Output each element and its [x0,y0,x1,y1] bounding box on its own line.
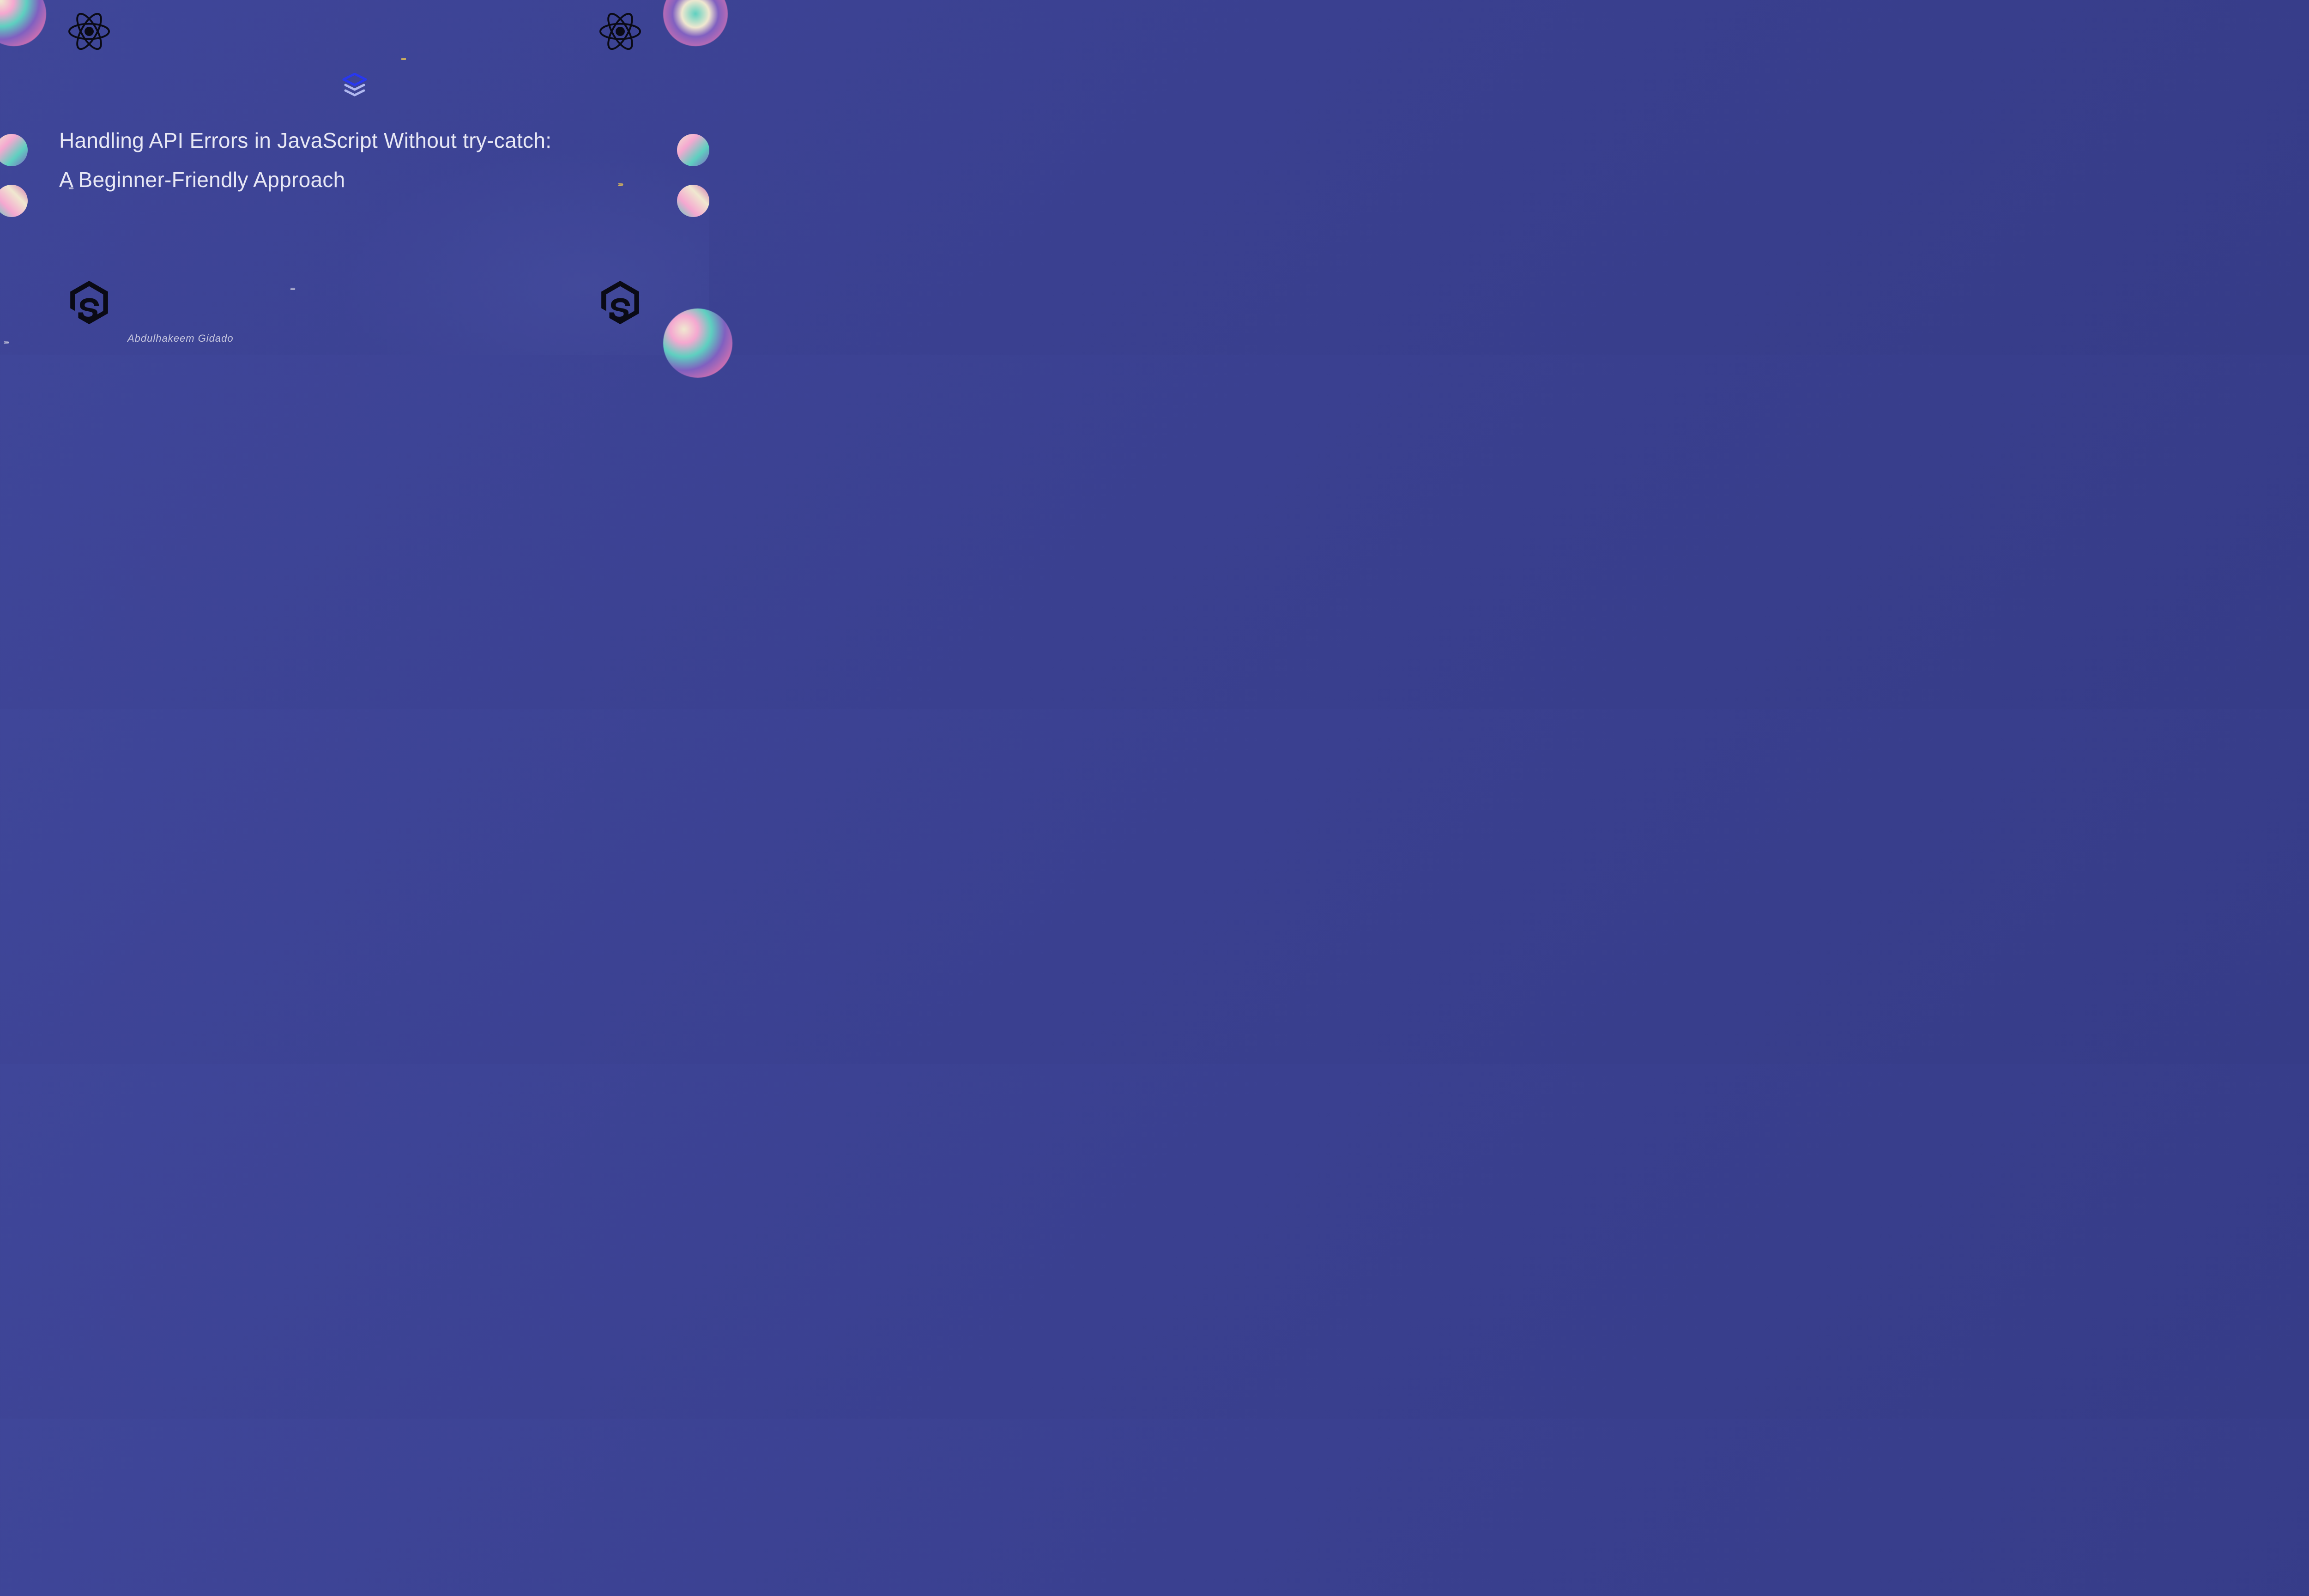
nodejs-icon [68,281,110,327]
abstract-blob-bottom-right [663,308,732,378]
title-line-2: A Beginner-Friendly Approach [59,160,650,200]
react-icon [599,13,641,50]
nodejs-icon [599,281,641,327]
title-line-1: Handling API Errors in JavaScript Withou… [59,121,650,160]
chevron-decoration-icon: ››››› [401,55,405,62]
chevron-decoration-icon: ››››› [4,339,8,345]
react-icon [68,13,110,50]
page-title: Handling API Errors in JavaScript Withou… [59,121,650,200]
abstract-blob-top-left [0,0,46,46]
layer-stack-icon [341,73,369,101]
abstract-blob-top-right [663,0,728,46]
author-name: Abdulhakeem Gidado [127,332,234,345]
chevron-decoration-icon: ››››› [290,285,295,292]
abstract-twist-left [0,134,37,217]
abstract-twist-right [672,134,719,217]
chevron-decoration-icon: ››››› [618,181,623,187]
chevron-decoration-icon: ››››› [68,185,73,191]
